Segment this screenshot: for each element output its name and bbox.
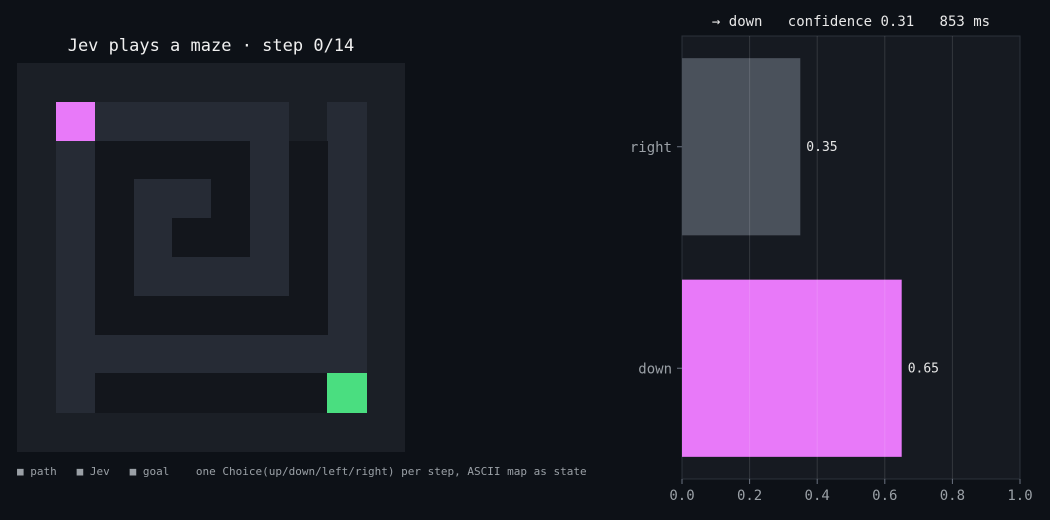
data-label-down: 0.65 [908, 361, 939, 376]
x-tick-label: 0.6 [872, 488, 897, 504]
x-tick-label: 1.0 [1007, 488, 1032, 504]
x-tick-label: 0.2 [737, 488, 762, 504]
x-tick-label: 0.0 [669, 488, 694, 504]
x-tick-label: 0.8 [940, 488, 965, 504]
y-tick-label-right: right [630, 140, 672, 156]
bar-down [682, 279, 902, 457]
bar-right [682, 58, 801, 236]
action-probability-chart: 0.35 right 0.65 down 0.0 0.2 0.4 0.6 0.8 1.0 [630, 35, 1033, 504]
x-tick-label: 0.4 [805, 488, 830, 504]
y-tick-label-down: down [638, 361, 672, 377]
data-label-right: 0.35 [806, 140, 837, 155]
